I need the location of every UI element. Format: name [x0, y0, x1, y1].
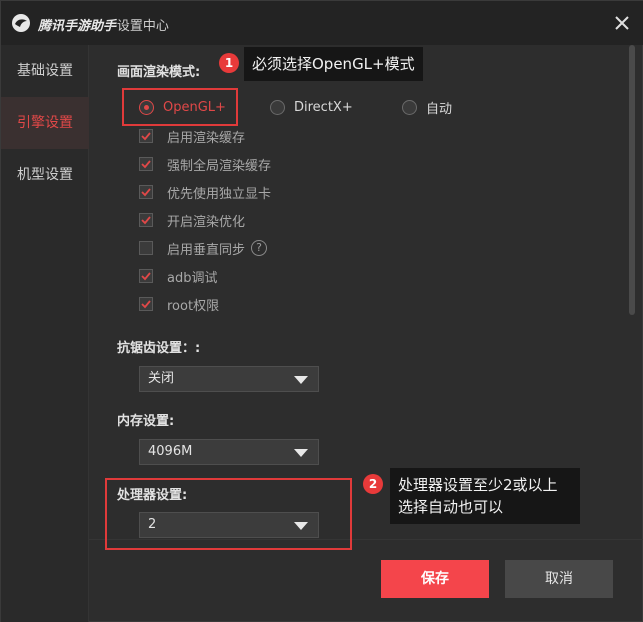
sidebar-item-engine[interactable]: 引擎设置	[1, 97, 89, 149]
radio-dot-icon	[402, 99, 417, 115]
checkbox-force-global-cache[interactable]: 强制全局渲染缓存	[139, 155, 272, 174]
checkbox-box	[139, 157, 153, 171]
save-button[interactable]: 保存	[381, 560, 489, 598]
checkmark-icon	[141, 300, 151, 309]
checkbox-label: adb调试	[167, 270, 218, 286]
checkbox-label: root权限	[167, 298, 220, 314]
checkbox-label: 启用渲染缓存	[167, 130, 246, 146]
checkmark-icon	[141, 188, 151, 197]
cancel-button[interactable]: 取消	[505, 560, 613, 598]
sidebar-item-basic[interactable]: 基础设置	[1, 45, 89, 97]
checkbox-label: 强制全局渲染缓存	[167, 158, 272, 174]
checkmark-icon	[141, 132, 151, 141]
antialias-value: 关闭	[148, 371, 175, 386]
checkbox-label: 启用垂直同步	[167, 242, 246, 258]
radio-dot-icon	[270, 99, 285, 115]
settings-window: 腾讯手游助手 - 设置中心 基础设置 引擎设置 机型设置 画面渲染模式: Ope…	[0, 0, 643, 622]
title-bar: 腾讯手游助手 - 设置中心	[1, 1, 643, 45]
dropdown-arrow-icon	[294, 449, 308, 457]
antialias-select[interactable]: 关闭	[139, 366, 319, 392]
help-icon[interactable]: ?	[251, 240, 268, 256]
annotation-box-processor	[105, 478, 352, 550]
annotation-tip-2-line2: 选择自动也可以	[398, 498, 504, 516]
dropdown-arrow-icon	[294, 376, 308, 384]
radio-directx-label: DirectX+	[294, 99, 353, 115]
close-icon[interactable]	[612, 13, 632, 33]
radio-auto[interactable]: 自动	[402, 97, 452, 117]
checkbox-box	[139, 185, 153, 199]
checkbox-render-cache[interactable]: 启用渲染缓存	[139, 127, 246, 146]
render-mode-label: 画面渲染模式:	[117, 65, 201, 80]
checkbox-box	[139, 297, 153, 311]
memory-label: 内存设置:	[117, 414, 175, 429]
window-title: - 设置中心	[108, 19, 169, 34]
checkbox-box	[139, 213, 153, 227]
checkbox-label: 开启渲染优化	[167, 214, 246, 230]
checkmark-icon	[141, 160, 151, 169]
checkbox-vsync[interactable]: 启用垂直同步 ?	[139, 239, 268, 258]
app-logo-icon	[12, 14, 30, 32]
app-name: 腾讯手游助手	[38, 19, 117, 34]
checkbox-adb-debug[interactable]: adb调试	[139, 267, 218, 286]
annotation-tip-1: 必须选择OpenGL+模式	[244, 47, 423, 81]
scrollbar[interactable]	[629, 45, 635, 315]
annotation-tip-2-line1: 处理器设置至少2或以上	[398, 476, 558, 494]
memory-value: 4096M	[148, 444, 193, 459]
checkbox-root[interactable]: root权限	[139, 295, 220, 314]
checkmark-icon	[141, 272, 151, 281]
checkbox-box	[139, 129, 153, 143]
checkbox-box	[139, 241, 153, 255]
checkbox-dedicated-gpu[interactable]: 优先使用独立显卡	[139, 183, 272, 202]
memory-select[interactable]: 4096M	[139, 439, 319, 465]
annotation-badge-2: 2	[363, 474, 383, 494]
annotation-badge-1: 1	[219, 53, 239, 73]
sidebar: 基础设置 引擎设置 机型设置	[1, 45, 89, 622]
annotation-tip-2: 处理器设置至少2或以上 选择自动也可以	[390, 468, 580, 524]
radio-directx[interactable]: DirectX+	[270, 97, 353, 117]
sidebar-item-device[interactable]: 机型设置	[1, 149, 89, 201]
checkbox-render-optimize[interactable]: 开启渲染优化	[139, 211, 246, 230]
checkbox-box	[139, 269, 153, 283]
checkmark-icon	[141, 216, 151, 225]
annotation-box-opengl	[122, 88, 238, 126]
checkbox-label: 优先使用独立显卡	[167, 186, 272, 202]
radio-auto-label: 自动	[426, 101, 453, 117]
antialias-label: 抗锯齿设置：:	[117, 341, 201, 356]
